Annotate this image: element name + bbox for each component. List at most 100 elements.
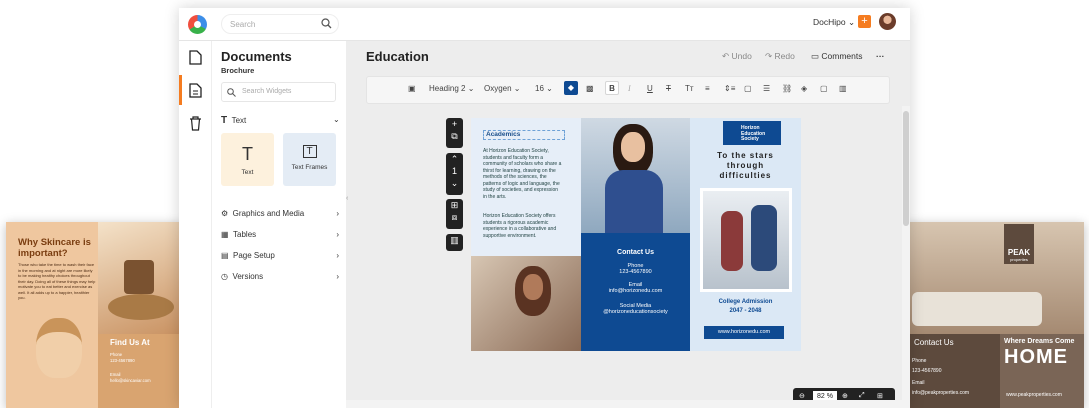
skincare-email: hello@skincaviar.com: [110, 378, 151, 383]
skincare-phone-label: Phone: [110, 352, 123, 357]
search-icon: [227, 88, 236, 97]
fit-screen-icon[interactable]: ⤢: [859, 392, 865, 400]
peak-email-label: Email: [912, 380, 925, 386]
brochure-icon[interactable]: [189, 83, 202, 98]
academics-paragraph-2[interactable]: Horizon Education Society offers student…: [483, 213, 563, 239]
peak-tagline: Where Dreams Come: [1004, 338, 1075, 345]
comments-button[interactable]: ▭ Comments: [811, 51, 863, 62]
widget-search-input[interactable]: Search Widgets: [221, 82, 336, 102]
canvas-workspace: Education ↶ Undo ↷ Redo ▭ Comments ··· ▣…: [346, 41, 910, 408]
section-graphics-and-media[interactable]: ⚙ Graphics and Media ›: [221, 209, 339, 218]
dochipo-logo-icon[interactable]: [188, 15, 207, 34]
contact-heading[interactable]: Contact Us: [581, 249, 690, 256]
admission-text[interactable]: College Admission 2047 - 2048: [690, 298, 801, 316]
delete-page-tools: ▥: [446, 234, 463, 251]
top-bar: Search DocHipo ⌄ +: [179, 8, 910, 41]
italic-icon[interactable]: I: [628, 84, 631, 93]
lock-icon[interactable]: ▢: [820, 84, 828, 93]
pattern-icon[interactable]: ▩: [586, 84, 594, 93]
search-icon[interactable]: [321, 18, 332, 29]
phone-value[interactable]: 123-4567890: [581, 269, 690, 275]
avatar[interactable]: [879, 13, 896, 30]
bold-icon[interactable]: B: [605, 81, 619, 95]
email-value[interactable]: info@horizonedu.com: [581, 288, 690, 294]
panel-subtitle: Brochure: [221, 66, 255, 75]
page-down-icon[interactable]: ⌄: [446, 177, 463, 189]
duplicate-page-icon[interactable]: ⧉: [446, 130, 463, 142]
add-button[interactable]: +: [858, 15, 871, 28]
delete-icon[interactable]: ▥: [839, 84, 847, 93]
text-case-icon[interactable]: Tт: [685, 84, 694, 93]
students-photo[interactable]: [471, 256, 581, 351]
peak-phone: 123-4567890: [912, 368, 942, 374]
grid-view-icon[interactable]: ⊞: [877, 392, 883, 400]
students-walking-photo[interactable]: [700, 188, 792, 292]
tagline[interactable]: To the stars through difficulties: [690, 151, 801, 181]
zoom-out-icon[interactable]: ⊖: [799, 392, 805, 400]
document-icon[interactable]: [189, 50, 202, 65]
page-up-icon[interactable]: ⌃: [446, 153, 463, 165]
align-center-icon[interactable]: ≡: [705, 84, 710, 93]
school-badge[interactable]: Horizon Education Society: [723, 121, 781, 145]
text-color-icon[interactable]: ◆: [564, 81, 578, 95]
text-frames-widget-card[interactable]: T Text Frames: [283, 133, 336, 186]
contact-block: Contact Us Phone 123-4567890 Email info@…: [581, 233, 690, 351]
student-portrait-photo[interactable]: [581, 118, 690, 233]
widgets-panel: Documents Brochure Search Widgets T Text…: [213, 41, 345, 408]
zoom-in-icon[interactable]: ⊕: [842, 392, 848, 400]
font-select[interactable]: Oxygen ⌄: [484, 84, 521, 93]
academics-paragraph-1[interactable]: At Horizon Education Society, students a…: [483, 148, 563, 200]
add-page-icon[interactable]: +: [446, 118, 463, 130]
brochure-page[interactable]: Academics At Horizon Education Society, …: [471, 118, 801, 351]
skincare-brochure-preview: Why Skincare is important? Those who tak…: [6, 222, 184, 408]
peak-contact-heading: Contact Us: [914, 338, 954, 347]
account-menu[interactable]: DocHipo ⌄: [813, 17, 855, 28]
text-widget-card[interactable]: T Text: [221, 133, 274, 186]
font-size-select[interactable]: 16 ⌄: [535, 84, 553, 93]
social-value[interactable]: @horizoneducationsociety: [581, 309, 690, 315]
line-spacing-icon[interactable]: ⇕≡: [724, 84, 735, 93]
collapse-panel-handle[interactable]: ‹: [346, 195, 348, 202]
horizontal-scrollbar[interactable]: [346, 400, 910, 408]
text-toolbar: ▣ Heading 2 ⌄ Oxygen ⌄ 16 ⌄ ◆ ▩ B I U T …: [366, 76, 890, 104]
strikethrough-icon[interactable]: T: [666, 84, 671, 93]
section-tables[interactable]: ▦ Tables ›: [221, 230, 339, 239]
sofa-photo: [912, 292, 1042, 326]
brochure-panel-2: Contact Us Phone 123-4567890 Email info@…: [581, 118, 690, 351]
section-versions[interactable]: ◷ Versions ›: [221, 272, 339, 281]
page-number: 1: [451, 166, 457, 176]
website-button[interactable]: www.horizonedu.com: [704, 326, 784, 339]
grid-icon[interactable]: ⊞: [446, 199, 463, 211]
peak-email: info@peakproperties.com: [912, 390, 970, 396]
clipboard-icon[interactable]: ▣: [408, 84, 416, 93]
layout-tools: ⊞ ⧈: [446, 199, 463, 229]
undo-button[interactable]: ↶ Undo: [722, 51, 752, 62]
text-section-toggle[interactable]: T Text ⌄: [221, 115, 340, 126]
trash-icon[interactable]: [189, 116, 202, 131]
list-icon[interactable]: ☰: [763, 84, 770, 93]
layers-icon[interactable]: ◈: [801, 84, 807, 93]
page-nav-tools: ⌃ 1 ⌄: [446, 153, 463, 195]
icon-rail: [179, 41, 212, 408]
delete-page-icon[interactable]: ▥: [446, 234, 463, 246]
skincare-phone: 123-4567890: [110, 358, 135, 363]
brochure-panel-1: Academics At Horizon Education Society, …: [471, 118, 581, 351]
guides-icon[interactable]: ⧈: [446, 211, 463, 223]
skincare-title: Why Skincare is important?: [18, 237, 91, 259]
skincare-find-us: Find Us At: [110, 338, 150, 347]
more-options-button[interactable]: ···: [876, 51, 885, 61]
add-page-tools: + ⧉: [446, 118, 463, 148]
underline-icon[interactable]: U: [647, 84, 653, 93]
skincare-body: Those who take the time to wash their fa…: [18, 262, 96, 300]
style-select[interactable]: Heading 2 ⌄: [429, 84, 474, 93]
section-page-setup[interactable]: ▤ Page Setup ›: [221, 251, 339, 260]
vertical-scroll-thumb[interactable]: [903, 111, 909, 226]
redo-button[interactable]: ↷ Redo: [765, 51, 795, 62]
brochure-panel-3: Horizon Education Society To the stars t…: [690, 118, 801, 351]
peak-website: www.peakproperties.com: [1006, 392, 1062, 398]
document-title[interactable]: Education: [366, 49, 429, 64]
text-box-icon[interactable]: ▢: [744, 84, 752, 93]
academics-heading[interactable]: Academics: [483, 130, 565, 140]
skincare-email-label: Email: [110, 372, 121, 377]
link-icon[interactable]: ⛓: [782, 84, 792, 93]
